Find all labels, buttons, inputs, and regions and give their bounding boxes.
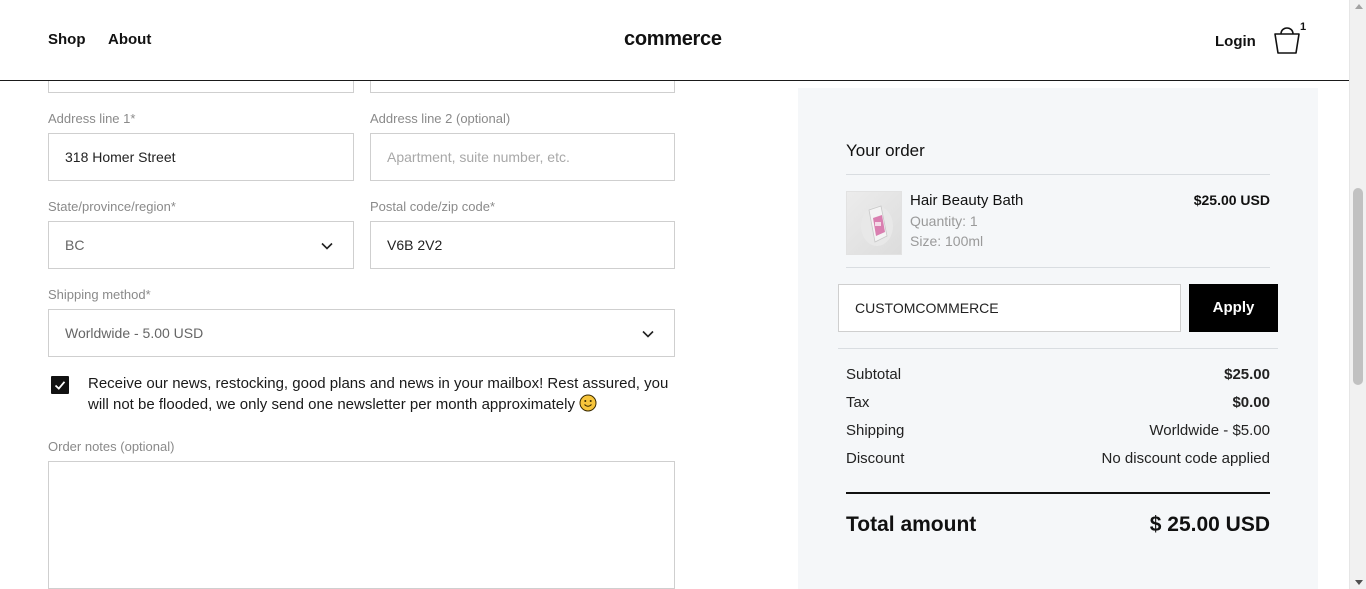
shipping-summary-value: Worldwide - $5.00 (1149, 422, 1270, 439)
newsletter-text: Receive our news, restocking, good plans… (88, 374, 678, 415)
product-price: $25.00 USD (1193, 192, 1270, 208)
shipping-method-select[interactable]: Worldwide - 5.00 USD (48, 309, 675, 357)
postal-label: Postal code/zip code* (370, 199, 496, 214)
site-logo[interactable]: commerce (624, 28, 722, 51)
address2-label: Address line 2 (optional) (370, 111, 511, 126)
order-notes-textarea[interactable] (48, 461, 675, 589)
postal-value: V6B 2V2 (387, 237, 443, 253)
product-thumbnail (846, 191, 902, 255)
chevron-down-icon (642, 330, 654, 338)
checkmark-icon (54, 381, 66, 390)
address2-placeholder: Apartment, suite number, etc. (387, 149, 570, 165)
address2-input[interactable]: Apartment, suite number, etc. (370, 133, 675, 181)
site-header: Shop About commerce Login 1 (0, 0, 1349, 81)
tax-value: $0.00 (1232, 394, 1270, 411)
scroll-down-arrow-icon[interactable] (1355, 580, 1363, 585)
product-quantity: Quantity: 1 (910, 213, 978, 229)
newsletter-checkbox[interactable] (51, 376, 69, 394)
address1-input[interactable]: 318 Homer Street (48, 133, 354, 181)
total-amount-label: Total amount (846, 513, 977, 536)
divider (838, 348, 1278, 349)
subtotal-value: $25.00 (1224, 366, 1270, 383)
discount-label: Discount (846, 450, 905, 467)
tax-label: Tax (846, 394, 870, 411)
divider (846, 174, 1270, 175)
address1-label: Address line 1* (48, 111, 136, 126)
discount-code-input[interactable]: CUSTOMCOMMERCE (838, 284, 1181, 332)
total-divider (846, 492, 1270, 494)
total-amount-value: $ 25.00 USD (1149, 513, 1270, 536)
postal-input[interactable]: V6B 2V2 (370, 221, 675, 269)
discount-value: No discount code applied (1101, 450, 1270, 467)
subtotal-label: Subtotal (846, 366, 902, 383)
discount-code-value: CUSTOMCOMMERCE (855, 300, 999, 316)
order-notes-label: Order notes (optional) (48, 439, 175, 454)
cart-count-badge: 1 (1300, 21, 1307, 33)
login-link[interactable]: Login (1215, 33, 1256, 50)
page-scrollbar[interactable] (1349, 0, 1366, 589)
state-select[interactable]: BC (48, 221, 354, 269)
product-name[interactable]: Hair Beauty Bath (910, 192, 1023, 209)
state-value: BC (65, 237, 85, 253)
apply-discount-button[interactable]: Apply (1189, 284, 1278, 332)
scroll-up-arrow-icon[interactable] (1355, 4, 1363, 9)
product-size: Size: 100ml (910, 233, 984, 249)
nav-about-link[interactable]: About (108, 31, 151, 48)
divider (846, 267, 1270, 268)
nav-shop-link[interactable]: Shop (48, 31, 86, 48)
your-order-heading: Your order (846, 141, 925, 160)
shopping-bag-icon[interactable] (1270, 22, 1304, 56)
shipping-method-value: Worldwide - 5.00 USD (65, 325, 204, 341)
state-label: State/province/region* (48, 199, 176, 214)
scrollbar-thumb[interactable] (1353, 188, 1363, 385)
chevron-down-icon (321, 242, 333, 250)
address1-value: 318 Homer Street (65, 149, 176, 165)
smiley-emoji-icon (579, 394, 597, 412)
shipping-label: Shipping method* (48, 287, 151, 302)
shipping-summary-label: Shipping (846, 422, 905, 439)
